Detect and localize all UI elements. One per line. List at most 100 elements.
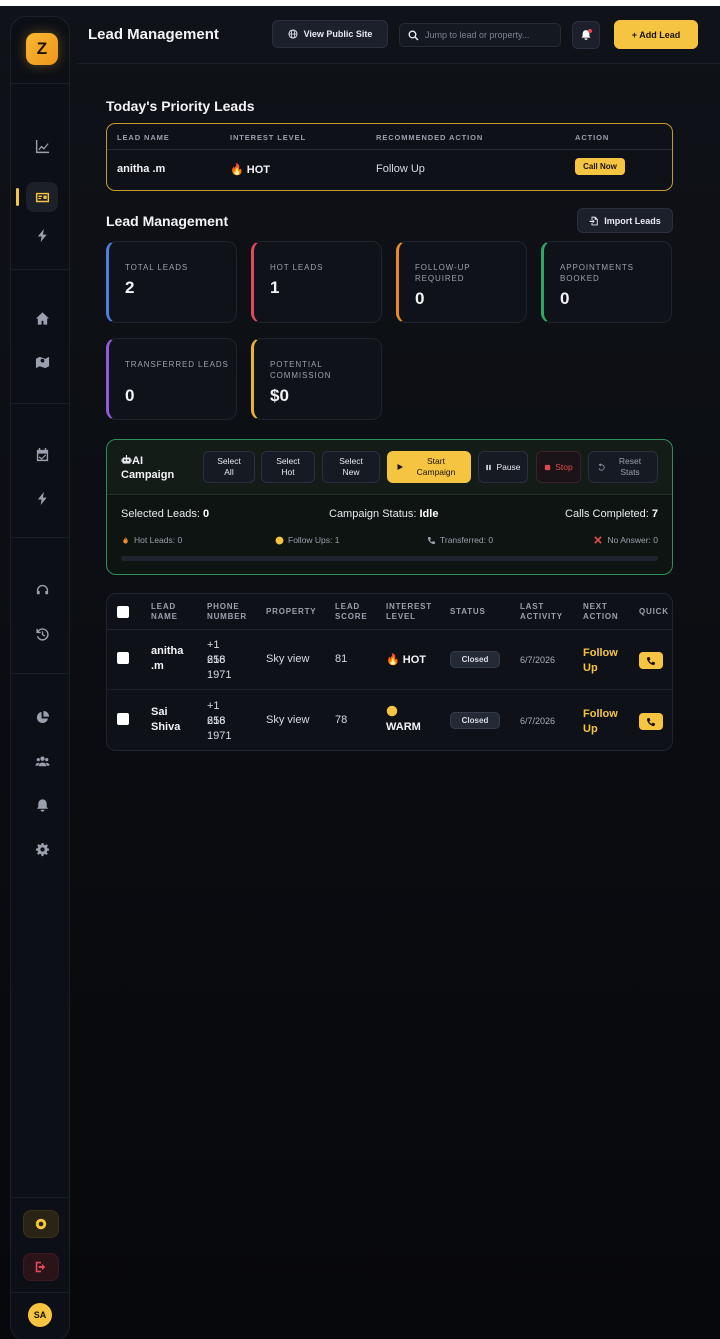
- sidebar-divider: [11, 537, 69, 538]
- priority-table-header: LEAD NAME INTEREST LEVEL RECOMMENDED ACT…: [107, 124, 672, 150]
- pie-chart-icon: [36, 710, 49, 723]
- yellow-circle-icon: [386, 705, 398, 717]
- status-badge: Closed: [450, 651, 500, 668]
- next-action-line: Up: [583, 662, 598, 674]
- column-header: LEAD NAME: [117, 133, 170, 142]
- sidebar-item-notifications[interactable]: [26, 790, 58, 820]
- gear-icon: [35, 842, 49, 856]
- start-campaign-button[interactable]: Start Campaign: [387, 451, 471, 483]
- play-icon: [397, 464, 403, 470]
- sidebar-item-support[interactable]: [26, 575, 58, 605]
- stat-value: 0: [415, 289, 425, 308]
- sidebar-item-home[interactable]: [26, 303, 58, 333]
- view-public-site-button[interactable]: View Public Site: [272, 20, 388, 48]
- table-row[interactable]: Sai Shiva +1 218 656 1971 Sky view 78 WARM …: [107, 691, 672, 750]
- logout-button[interactable]: [23, 1253, 59, 1281]
- stat-text: Transferred: 0: [440, 535, 494, 545]
- stat-label: HOT LEADS: [270, 263, 324, 272]
- row-checkbox[interactable]: [117, 652, 129, 664]
- priority-lead-name[interactable]: anitha .m: [117, 163, 165, 175]
- stat-value: 0: [202, 508, 210, 520]
- quick-call-button[interactable]: [639, 713, 663, 730]
- column-header: ACTION: [575, 133, 610, 142]
- interest-level: WARM: [386, 705, 421, 733]
- stat-label: TRANSFERRED LEADS: [125, 360, 229, 369]
- reset-stats-button[interactable]: Reset Stats: [588, 451, 658, 483]
- bell-icon: [36, 798, 48, 812]
- sidebar-item-automation[interactable]: [26, 220, 58, 250]
- stat-label: Selected Leads:: [121, 508, 200, 520]
- sidebar-item-history[interactable]: [26, 619, 58, 649]
- sidebar-item-map[interactable]: [26, 347, 58, 377]
- stat-value: $0: [270, 386, 289, 405]
- theme-toggle-button[interactable]: [23, 1210, 59, 1238]
- hot-leads-count: Hot Leads: 0: [121, 535, 182, 545]
- view-public-site-label: View Public Site: [303, 29, 373, 39]
- column-header: RECOMMENDED ACTION: [376, 133, 484, 142]
- app-shell: Z SA Lead Management View Public Site Ju…: [0, 6, 720, 1339]
- search-input[interactable]: [425, 30, 555, 40]
- sidebar-item-actions[interactable]: [26, 483, 58, 513]
- quick-call-button[interactable]: [639, 652, 663, 669]
- stat-label: FOLLOW-UP REQUIRED: [415, 263, 471, 283]
- pause-button[interactable]: Pause: [478, 451, 528, 483]
- button-label: Campaign: [416, 467, 456, 477]
- lead-name-line: Shiva: [151, 721, 181, 733]
- column-header: NEXT ACTION: [583, 602, 619, 621]
- last-activity: 6/7/2026: [520, 655, 556, 665]
- add-lead-button[interactable]: + Add Lead: [614, 20, 698, 49]
- campaign-status-stat: Campaign Status: Idle: [329, 508, 438, 520]
- phone-icon: [646, 717, 656, 726]
- leads-table-header: LEAD NAME PHONE NUMBER PROPERTY LEAD SCO…: [107, 594, 672, 630]
- bolt-icon: [37, 491, 47, 505]
- call-now-button[interactable]: Call Now: [575, 158, 625, 175]
- calendar-icon: [36, 447, 48, 461]
- stat-value: 2: [125, 278, 135, 297]
- calls-completed-stat: Calls Completed: 7: [565, 508, 658, 520]
- stat-value: 7: [651, 508, 658, 520]
- campaign-title-line1: AI: [132, 455, 143, 467]
- button-label: Pause: [496, 461, 521, 472]
- sidebar-item-calendar[interactable]: [26, 439, 58, 469]
- select-hot-button[interactable]: Select Hot: [261, 451, 315, 483]
- notifications-button[interactable]: [572, 21, 600, 49]
- stat-card-hot-leads: HOT LEADS 1: [251, 241, 382, 323]
- sidebar-item-reports[interactable]: [26, 702, 58, 732]
- button-label: Select: [339, 456, 363, 466]
- select-new-button[interactable]: Select New: [322, 451, 380, 483]
- sidebar-item-team[interactable]: [26, 746, 58, 776]
- sidebar-item-settings[interactable]: [26, 834, 58, 864]
- select-all-checkbox[interactable]: [117, 606, 129, 618]
- stat-label: APPOINTMENTS BOOKED: [560, 263, 634, 283]
- undo-icon: [598, 462, 605, 471]
- last-activity: 6/7/2026: [520, 716, 556, 726]
- button-label: All: [224, 467, 234, 477]
- column-header: INTEREST LEVEL: [230, 133, 306, 142]
- search-box[interactable]: [399, 23, 561, 47]
- campaign-toolbar: AI Campaign Select All Select Hot Select Ne…: [107, 440, 672, 495]
- priority-leads-table: LEAD NAME INTEREST LEVEL RECOMMENDED ACT…: [106, 123, 673, 191]
- no-answer-count: No Answer: 0: [593, 535, 658, 545]
- column-header: QUICK A: [639, 607, 672, 616]
- stat-text: Follow Ups: 1: [288, 535, 340, 545]
- user-avatar[interactable]: SA: [28, 1303, 52, 1327]
- button-label: New: [342, 467, 360, 477]
- import-leads-button[interactable]: Import Leads: [577, 208, 673, 233]
- row-checkbox[interactable]: [117, 713, 129, 725]
- interest-text: WARM: [386, 721, 421, 733]
- phone-line: 656: [207, 715, 226, 727]
- stat-label: Calls Completed:: [565, 508, 649, 520]
- map-icon: [35, 356, 49, 368]
- stat-label: TOTAL LEADS: [125, 263, 189, 272]
- stat-text: Hot Leads: 0: [134, 535, 183, 545]
- sidebar-item-leads[interactable]: [26, 182, 58, 212]
- stat-value: 1: [270, 278, 280, 297]
- select-all-button[interactable]: Select All: [203, 451, 255, 483]
- stop-button[interactable]: Stop: [536, 451, 581, 483]
- interest-level: 🔥 HOT: [386, 654, 426, 666]
- priority-row[interactable]: anitha .m 🔥 HOT Follow Up Call Now: [107, 150, 672, 190]
- table-row[interactable]: anitha .m +1 218 656 1971 Sky view 81 🔥 HOT…: [107, 630, 672, 690]
- button-label: Stop: [555, 461, 573, 472]
- sidebar-item-analytics[interactable]: [26, 131, 58, 161]
- brand-logo[interactable]: Z: [26, 33, 58, 65]
